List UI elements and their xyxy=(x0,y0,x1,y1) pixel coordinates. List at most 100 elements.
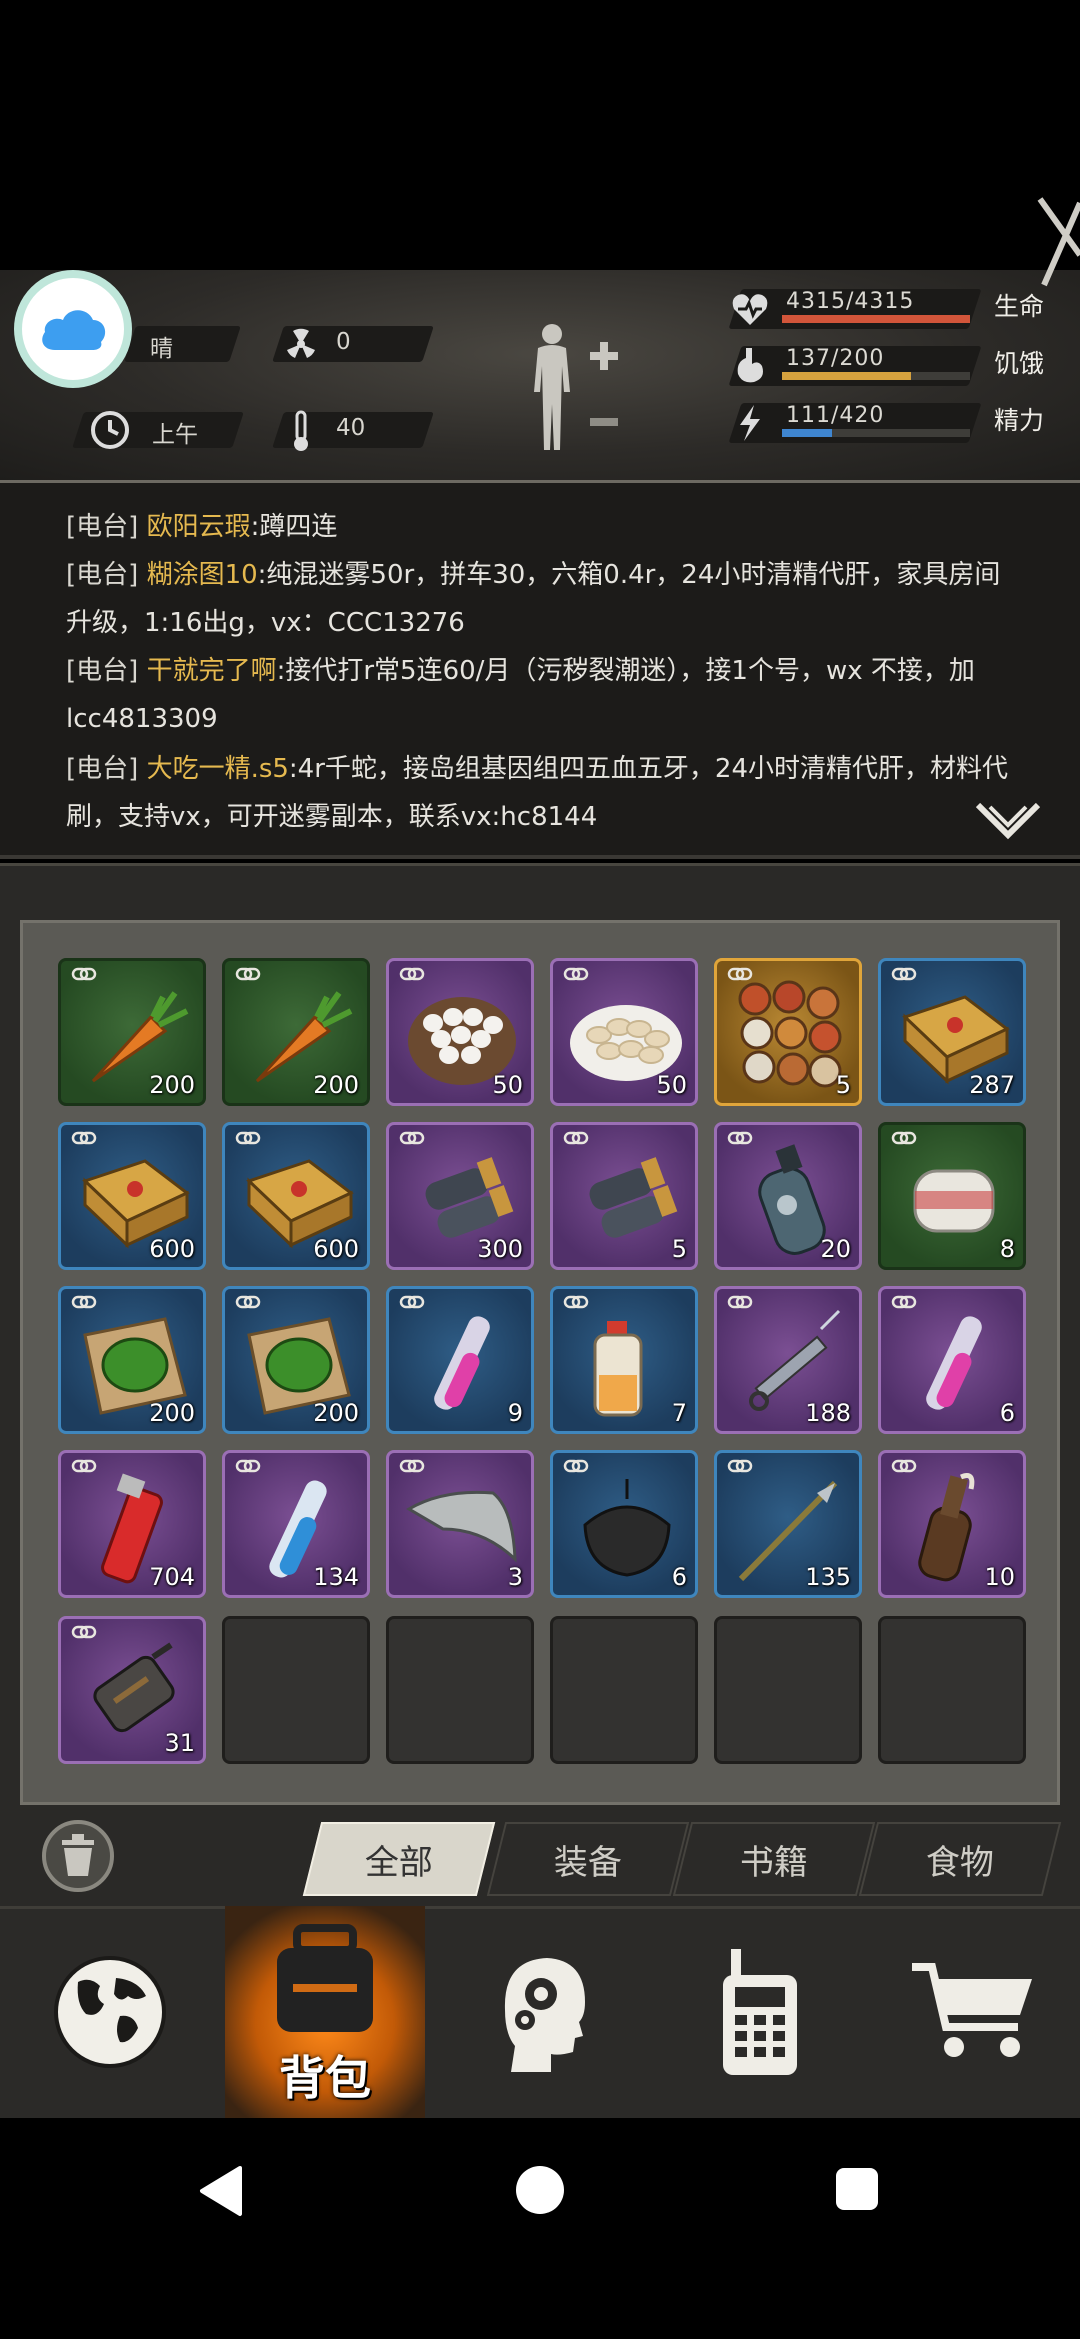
inventory-slot[interactable]: 3 xyxy=(386,1450,534,1598)
inventory-slot[interactable]: 5 xyxy=(714,958,862,1106)
item-count: 135 xyxy=(805,1563,851,1591)
radiation-value: 0 xyxy=(336,329,351,355)
net-icon xyxy=(583,1479,671,1577)
trash-button[interactable] xyxy=(40,1818,116,1894)
radio-message: [电台] 糊涂图10:纯混迷雾50r，拼车30，六箱0.4r，24小时清精代肝，… xyxy=(66,560,1001,638)
inventory-slot[interactable]: 300 xyxy=(386,1122,534,1270)
vital-bar xyxy=(782,315,970,323)
empty-inventory-slot[interactable] xyxy=(714,1616,862,1764)
inventory-slot[interactable]: 600 xyxy=(222,1122,370,1270)
item-count: 704 xyxy=(149,1563,195,1591)
item-count: 200 xyxy=(313,1071,359,1099)
inventory-slot[interactable]: 8 xyxy=(878,1122,1026,1270)
vital-name: 精力 xyxy=(994,406,1045,435)
item-count: 20 xyxy=(820,1235,851,1263)
back-icon[interactable] xyxy=(196,2164,244,2218)
item-count: 600 xyxy=(313,1235,359,1263)
empty-inventory-slot[interactable] xyxy=(550,1616,698,1764)
globe-icon xyxy=(54,1956,166,2068)
head-gear-icon xyxy=(504,1958,585,2072)
inventory-slot[interactable]: 10 xyxy=(878,1450,1026,1598)
item-count: 200 xyxy=(313,1399,359,1427)
inventory-slot[interactable]: 135 xyxy=(714,1450,862,1598)
item-count: 9 xyxy=(507,1399,523,1427)
radiation-icon xyxy=(287,328,315,358)
nav-backpack[interactable]: 背包 xyxy=(225,1906,425,2118)
radio-message: [电台] 干就完了啊:接代打r常5连60/月（污秽裂潮迷），接1个号，wx 不接… xyxy=(66,656,975,734)
tab-food[interactable]: 食物 xyxy=(858,1822,1062,1896)
nav-world-map[interactable] xyxy=(0,1906,220,2118)
inventory-slot[interactable]: 50 xyxy=(550,958,698,1106)
body-status-button[interactable] xyxy=(520,322,630,452)
item-count: 134 xyxy=(313,1563,359,1591)
nav-radio[interactable] xyxy=(660,1906,860,2118)
heart-icon xyxy=(732,294,768,325)
inventory-slot[interactable]: 704 xyxy=(58,1450,206,1598)
inventory-slot[interactable]: 5 xyxy=(550,1122,698,1270)
body-figure-icon xyxy=(534,324,570,450)
empty-inventory-slot[interactable] xyxy=(878,1616,1026,1764)
clock-icon xyxy=(91,411,129,449)
backpack-icon xyxy=(277,1924,373,2032)
tab-books[interactable]: 书籍 xyxy=(672,1822,876,1896)
inventory-slot[interactable]: 600 xyxy=(58,1122,206,1270)
temperature-value: 40 xyxy=(336,415,366,441)
inventory-slot[interactable]: 200 xyxy=(222,958,370,1106)
cloth-icon xyxy=(406,1490,517,1563)
empty-inventory-slot[interactable] xyxy=(222,1616,370,1764)
pink-vial-icon xyxy=(926,1316,982,1410)
inventory-slot[interactable]: 6 xyxy=(550,1450,698,1598)
feast-icon xyxy=(738,980,842,1088)
item-count: 287 xyxy=(969,1071,1015,1099)
weather-pill xyxy=(124,326,241,362)
inventory-slot[interactable]: 31 xyxy=(58,1616,206,1764)
vital-bar-fill xyxy=(782,315,970,323)
item-count: 50 xyxy=(656,1071,687,1099)
inventory-slot[interactable]: 6 xyxy=(878,1286,1026,1434)
weather-text: 晴 xyxy=(150,336,173,362)
item-count: 3 xyxy=(507,1563,523,1591)
item-count: 5 xyxy=(835,1071,851,1099)
inventory-slot[interactable]: 200 xyxy=(222,1286,370,1434)
inventory-slot[interactable]: 188 xyxy=(714,1286,862,1434)
inventory-slot[interactable]: 20 xyxy=(714,1122,862,1270)
plus-icon xyxy=(590,342,618,370)
shells-icon xyxy=(589,1157,678,1238)
item-count: 31 xyxy=(164,1729,195,1757)
system-nav-bar xyxy=(0,2118,1080,2339)
recents-icon[interactable] xyxy=(834,2166,880,2212)
item-count: 200 xyxy=(149,1399,195,1427)
inventory-slot[interactable]: 200 xyxy=(58,1286,206,1434)
item-count: 300 xyxy=(477,1235,523,1263)
minus-icon xyxy=(590,418,618,426)
inventory-slot[interactable]: 200 xyxy=(58,958,206,1106)
item-count: 50 xyxy=(492,1071,523,1099)
nav-shop[interactable] xyxy=(870,1906,1080,2118)
inventory-slot[interactable]: 50 xyxy=(386,958,534,1106)
cloud-save-button[interactable] xyxy=(14,270,132,388)
vital-bar-fill xyxy=(782,429,832,437)
energy-icon xyxy=(740,405,760,441)
vital-bar xyxy=(782,429,970,437)
nav-skills[interactable] xyxy=(440,1906,640,2118)
vital-bar xyxy=(782,372,970,380)
walkie-talkie-icon xyxy=(723,1949,797,2075)
home-icon[interactable] xyxy=(514,2164,566,2216)
tab-all[interactable]: 全部 xyxy=(302,1822,496,1896)
close-icon[interactable] xyxy=(1036,195,1080,295)
time-of-day-text: 上午 xyxy=(152,422,198,448)
item-count: 7 xyxy=(671,1399,687,1427)
item-count: 6 xyxy=(671,1563,687,1591)
inventory-slot[interactable]: 9 xyxy=(386,1286,534,1434)
expand-chevron-icon[interactable] xyxy=(976,803,1040,843)
inventory-slot[interactable]: 7 xyxy=(550,1286,698,1434)
radio-message: [电台] 欧阳云瑕:蹲四连 xyxy=(66,512,338,542)
pink-vial-icon xyxy=(434,1316,490,1410)
inventory-slot[interactable]: 134 xyxy=(222,1450,370,1598)
empty-inventory-slot[interactable] xyxy=(386,1616,534,1764)
radio-log[interactable]: [电台] 欧阳云瑕:蹲四连 [电台] 糊涂图10:纯混迷雾50r，拼车30，六箱… xyxy=(0,483,1080,859)
inventory-slot[interactable]: 287 xyxy=(878,958,1026,1106)
item-count: 6 xyxy=(999,1399,1015,1427)
vital-name: 饥饿 xyxy=(994,349,1045,378)
tab-equipment[interactable]: 装备 xyxy=(486,1822,690,1896)
